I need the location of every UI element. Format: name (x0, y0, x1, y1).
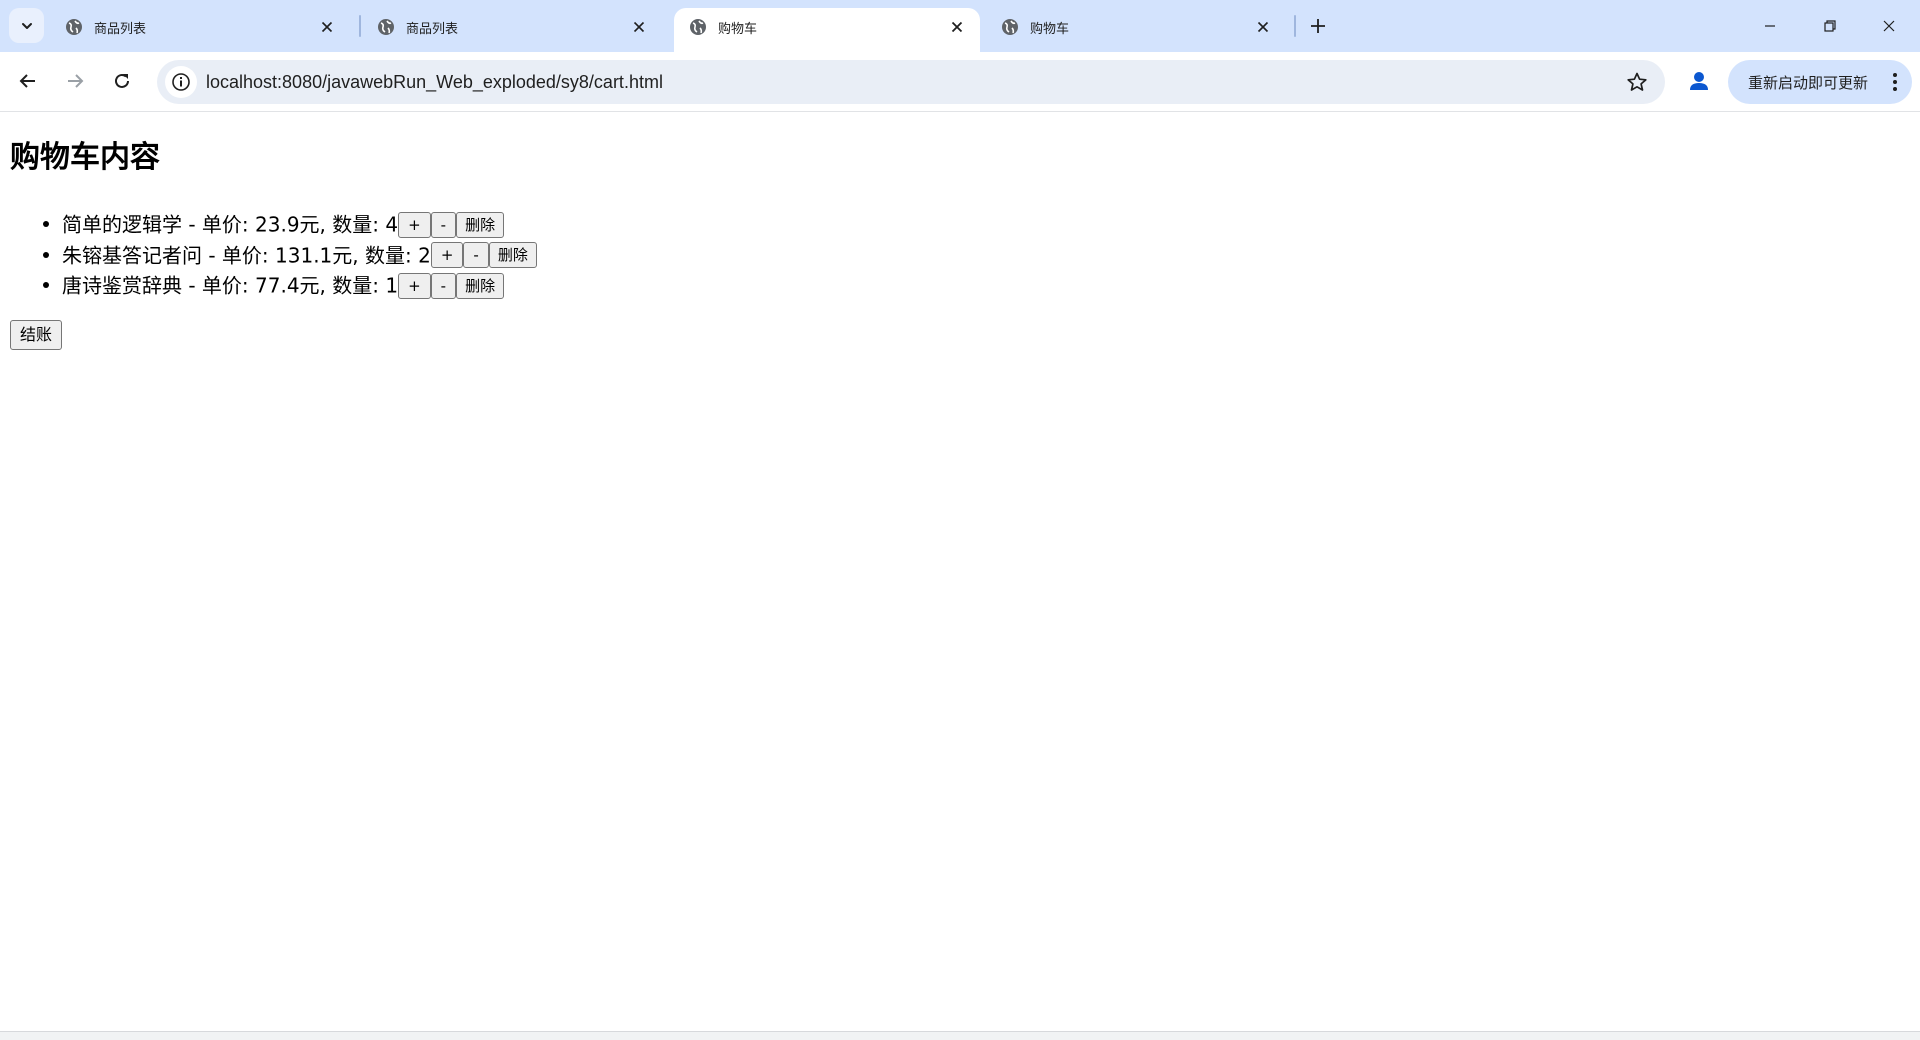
cart-item-text: 朱镕基答记者问 - 单价: 131.1元, 数量: 2 (62, 243, 431, 267)
tab-strip: 商品列表 商品列表 购物车 购物车 (0, 0, 1920, 52)
profile-button[interactable] (1682, 64, 1716, 98)
checkout-button[interactable]: 结账 (10, 320, 63, 350)
increase-quantity-button[interactable]: + (398, 211, 431, 238)
tab-search-button[interactable] (9, 8, 44, 43)
address-bar[interactable]: localhost:8080/javawebRun_Web_exploded/s… (157, 60, 1665, 104)
tab-title: 商品列表 (94, 21, 147, 37)
new-tab-button[interactable] (1304, 12, 1332, 40)
page-title: 购物车内容 (10, 140, 160, 175)
tab-title: 购物车 (1030, 21, 1070, 37)
decrease-quantity-button[interactable]: - (430, 272, 457, 299)
window-bottom-edge (0, 1031, 1920, 1040)
minimize-button[interactable] (1747, 8, 1793, 44)
tab-separator (1294, 15, 1296, 37)
star-icon (1627, 72, 1647, 91)
cart-item: 唐诗鉴赏辞典 - 单价: 77.4元, 数量: 1+-删除 (62, 269, 537, 300)
close-icon[interactable] (1252, 16, 1274, 38)
page-content: 购物车内容 简单的逻辑学 - 单价: 23.9元, 数量: 4+-删除 朱镕基答… (0, 113, 1920, 1031)
arrow-left-icon (19, 74, 35, 88)
update-button[interactable]: 重新启动即可更新 (1728, 60, 1912, 104)
more-vert-icon (1893, 73, 1897, 91)
tab-title: 购物车 (718, 21, 758, 37)
tab-4[interactable]: 购物车 (986, 8, 1286, 52)
cart-list: 简单的逻辑学 - 单价: 23.9元, 数量: 4+-删除 朱镕基答记者问 - … (0, 208, 537, 300)
cart-item-text: 唐诗鉴赏辞典 - 单价: 77.4元, 数量: 1 (62, 273, 399, 298)
info-icon (172, 73, 190, 91)
avatar-icon (1690, 72, 1708, 90)
chevron-down-icon (21, 22, 32, 29)
restore-button[interactable] (1807, 8, 1853, 44)
minimize-icon (1765, 25, 1775, 27)
close-icon[interactable] (946, 16, 968, 38)
tab-2[interactable]: 商品列表 (362, 8, 662, 52)
close-icon[interactable] (628, 16, 650, 38)
reload-icon (115, 73, 129, 88)
decrease-quantity-button[interactable]: - (463, 242, 489, 268)
arrow-right-icon (68, 74, 84, 88)
delete-item-button[interactable]: 删除 (456, 211, 505, 238)
globe-icon (1000, 17, 1020, 37)
delete-item-button[interactable]: 删除 (456, 272, 505, 299)
tab-3-active[interactable]: 购物车 (674, 8, 980, 52)
cart-item-text: 简单的逻辑学 - 单价: 23.9元, 数量: 4 (62, 212, 399, 237)
update-label: 重新启动即可更新 (1748, 73, 1869, 92)
close-icon (1883, 20, 1895, 32)
tab-separator (359, 15, 361, 37)
url-text[interactable]: localhost:8080/javawebRun_Web_exploded/s… (206, 60, 663, 104)
window-close-button[interactable] (1866, 8, 1912, 44)
back-button[interactable] (10, 63, 46, 99)
delete-item-button[interactable]: 删除 (488, 242, 537, 268)
increase-quantity-button[interactable]: + (430, 242, 464, 268)
globe-icon (688, 17, 708, 37)
globe-icon (376, 17, 396, 37)
close-icon[interactable] (316, 16, 338, 38)
cart-item: 朱镕基答记者问 - 单价: 131.1元, 数量: 2+-删除 (62, 239, 537, 270)
tab-1[interactable]: 商品列表 (50, 8, 350, 52)
cart-item: 简单的逻辑学 - 单价: 23.9元, 数量: 4+-删除 (62, 208, 537, 239)
forward-button[interactable] (57, 63, 93, 99)
decrease-quantity-button[interactable]: - (430, 211, 457, 238)
increase-quantity-button[interactable]: + (398, 272, 431, 299)
bookmark-star-button[interactable] (1623, 68, 1651, 96)
browser-toolbar: localhost:8080/javawebRun_Web_exploded/s… (0, 52, 1920, 112)
globe-icon (64, 17, 84, 37)
tab-title: 商品列表 (406, 21, 459, 37)
restore-icon (1824, 20, 1836, 32)
reload-button[interactable] (104, 63, 140, 99)
site-info-button[interactable] (165, 66, 197, 98)
plus-icon (1311, 19, 1325, 33)
